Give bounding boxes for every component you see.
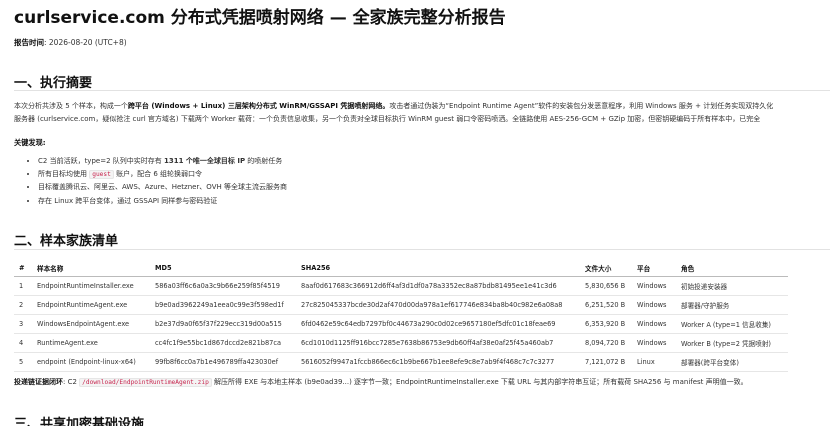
report-time-value: : 2026-08-20 (UTC+8) xyxy=(44,38,127,47)
report-page: curlservice.com 分布式凭据喷射网络 — 全家族完整分析报告 报告… xyxy=(0,0,830,426)
report-time-label: 报告时间 xyxy=(14,38,44,47)
section-title-crypto: 三、共享加密基础设施 xyxy=(14,417,145,426)
table-header-row: # 样本名称 MD5 SHA256 文件大小 平台 角色 xyxy=(14,260,788,277)
evidence-label: 投递链证据闭环 xyxy=(14,378,63,386)
section-title-summary: 一、执行摘要 xyxy=(14,76,93,91)
inline-code: guest xyxy=(89,170,114,180)
column-header: SHA256 xyxy=(296,260,580,277)
summary-line-2: 服务器 (curlservice.com，疑似抢注 curl 官方域名) 下载两… xyxy=(14,115,761,123)
report-meta: 报告时间: 2026-08-20 (UTC+8) xyxy=(14,37,127,48)
key-findings-list: C2 当前活跃，type=2 队列中实时存有 1311 个唯一全球目标 IP 的… xyxy=(24,155,287,208)
table-row: 5 endpoint (Endpoint-linux-x64) 99fb8f6cc0… xyxy=(14,352,788,372)
table-row: 3 WindowsEndpointAgent.exe b2e37d9a0f65f37… xyxy=(14,314,788,334)
table-row: 2 EndpointRuntimeAgent.exe b9e0ad3962249a1… xyxy=(14,295,788,315)
list-item: C2 当前活跃，type=2 队列中实时存有 1311 个唯一全球目标 IP 的… xyxy=(38,155,287,168)
report-title: curlservice.com 分布式凭据喷射网络 — 全家族完整分析报告 xyxy=(14,8,506,28)
delivery-chain-evidence: 投递链证据闭环: C2 /download/EndpointRuntimeAge… xyxy=(14,378,748,387)
section-divider xyxy=(14,249,830,250)
column-header: MD5 xyxy=(150,260,296,277)
list-item: 目标覆盖腾讯云、阿里云、AWS、Azure、Hetzner、OVH 等全球主流云… xyxy=(38,181,287,194)
key-findings-label: 关键发现: xyxy=(14,138,46,147)
summary-line-1: 本次分析共涉及 5 个样本，构成一个跨平台 (Windows + Linux) … xyxy=(14,102,774,110)
section-title-samples: 二、样本家族清单 xyxy=(14,234,119,249)
samples-table: # 样本名称 MD5 SHA256 文件大小 平台 角色 1 EndpointRu… xyxy=(14,260,788,372)
list-item: 存在 Linux 跨平台变体，通过 GSSAPI 同样参与密码验证 xyxy=(38,195,287,208)
table-row: 1 EndpointRuntimeInstaller.exe 586a03ff6c6… xyxy=(14,276,788,296)
summary-highlight: 跨平台 (Windows + Linux) 三层架构分布式 WinRM/GSSA… xyxy=(127,102,390,110)
inline-code: /download/EndpointRuntimeAgent.zip xyxy=(79,378,212,387)
column-header: 样本名称 xyxy=(32,260,150,277)
list-item: 所有目标均使用 guest 账户，配合 6 组轮换弱口令 xyxy=(38,168,287,181)
column-header: # xyxy=(14,260,32,277)
section-divider xyxy=(14,90,830,91)
table-row: 4 RuntimeAgent.exe cc4fc1f9e55bc1d867dccd2… xyxy=(14,333,788,353)
column-header: 平台 xyxy=(632,260,676,277)
column-header: 角色 xyxy=(676,260,788,277)
column-header: 文件大小 xyxy=(580,260,632,277)
